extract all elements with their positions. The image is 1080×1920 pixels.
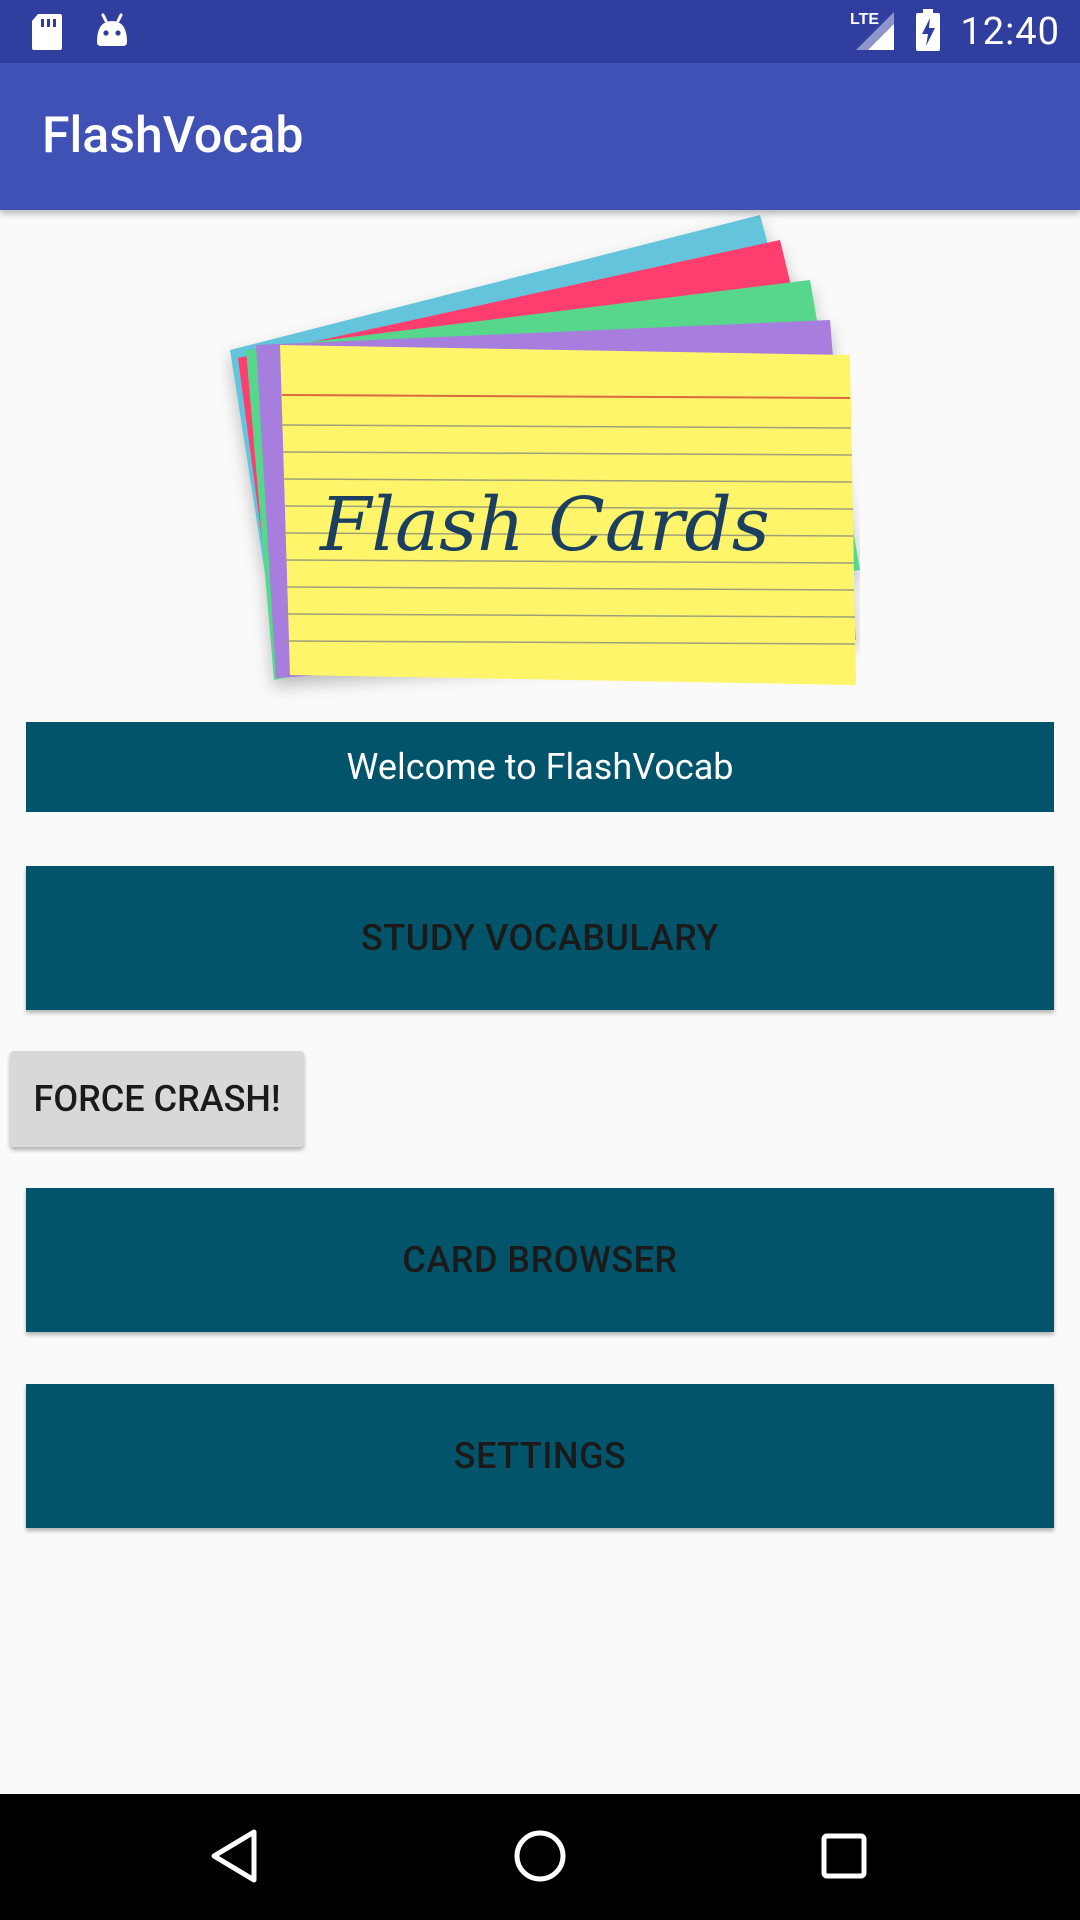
- app-title: FlashVocab: [42, 107, 304, 165]
- lte-signal-icon: LTE: [850, 8, 896, 56]
- back-icon[interactable]: [206, 1824, 262, 1892]
- home-icon[interactable]: [508, 1824, 572, 1892]
- android-icon: [94, 12, 130, 56]
- settings-button[interactable]: SETTINGS: [26, 1384, 1054, 1528]
- clock-time: 12:40: [960, 10, 1060, 54]
- card-browser-button[interactable]: CARD BROWSER: [26, 1188, 1054, 1332]
- svg-text:LTE: LTE: [850, 11, 879, 28]
- sd-card-icon: [30, 12, 64, 56]
- study-vocabulary-button[interactable]: STUDY VOCABULARY: [26, 866, 1054, 1010]
- status-bar: LTE 12:40: [0, 0, 1080, 63]
- navigation-bar: [0, 1794, 1080, 1920]
- flash-cards-image: Flash Cards: [220, 210, 860, 700]
- svg-text:Flash Cards: Flash Cards: [318, 482, 770, 568]
- force-crash-button[interactable]: FORCE CRASH!: [10, 1051, 304, 1147]
- recents-icon[interactable]: [812, 1824, 876, 1892]
- welcome-banner: Welcome to FlashVocab: [26, 722, 1054, 812]
- battery-charging-icon: [914, 8, 942, 56]
- app-bar: FlashVocab: [0, 63, 1080, 210]
